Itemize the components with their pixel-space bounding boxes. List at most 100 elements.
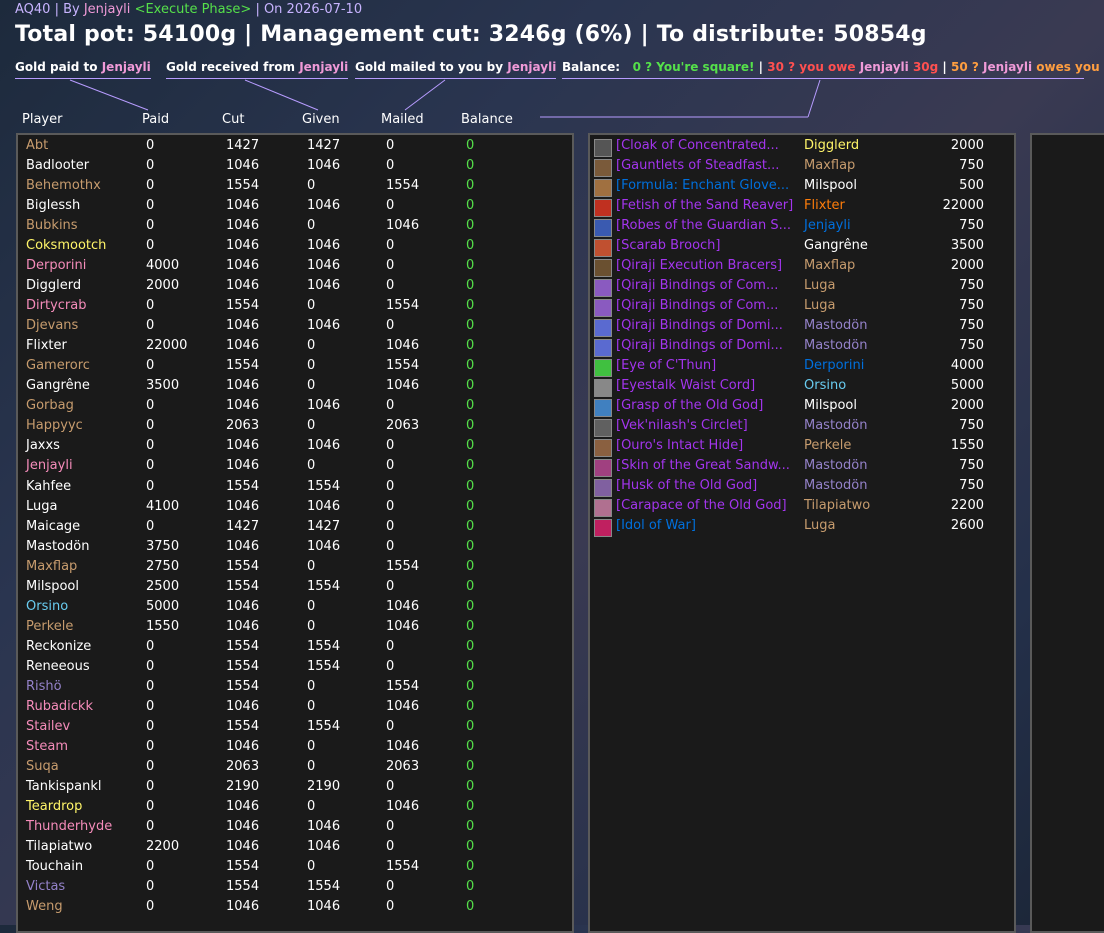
mailed-value: 0: [386, 438, 395, 454]
given-value: 1046: [307, 398, 341, 414]
loot-row[interactable]: [Skin of the Great Sandw... Mastodön 750: [594, 458, 1014, 478]
balance-value: 0: [466, 138, 475, 153]
paid-value: 22000: [146, 338, 188, 354]
item-icon[interactable]: [594, 339, 612, 357]
loot-row[interactable]: [Husk of the Old God] Mastodön 750: [594, 478, 1014, 498]
loot-row[interactable]: [Cloak of Concentrated... Digglerd 2000: [594, 138, 1014, 158]
balance-value: 0: [466, 538, 475, 554]
loot-row[interactable]: [Vek'nilash's Circlet] Mastodön 750: [594, 418, 1014, 438]
player-name: Jenjayli: [26, 458, 73, 474]
mailed-value: 2063: [386, 418, 420, 434]
given-value: 1046: [307, 498, 341, 514]
paid-value: 0: [146, 418, 155, 434]
item-link[interactable]: [Cloak of Concentrated...: [616, 138, 779, 153]
loot-row[interactable]: [Eyestalk Waist Cord] Orsino 5000: [594, 378, 1014, 398]
item-link[interactable]: [Skin of the Great Sandw...: [616, 458, 790, 473]
item-link[interactable]: [Vek'nilash's Circlet]: [616, 418, 748, 433]
item-icon[interactable]: [594, 379, 612, 397]
paid-value: 4100: [146, 498, 180, 514]
given-value: 0: [307, 558, 316, 574]
item-link[interactable]: [Qiraji Bindings of Domi...: [616, 318, 783, 333]
item-winner: Perkele: [804, 438, 852, 453]
players-table[interactable]: Abt 0 1427 1427 0 0 Badlooter 0 1046 1046 0 0 Behemo…: [16, 133, 574, 933]
item-icon[interactable]: [594, 419, 612, 437]
item-price: 2600: [950, 518, 984, 533]
balance-value: 0: [466, 298, 475, 314]
loot-row[interactable]: [Formula: Enchant Glove... Milspool 500: [594, 178, 1014, 198]
item-icon[interactable]: [594, 479, 612, 497]
mailed-value: 0: [386, 398, 395, 414]
loot-row[interactable]: [Carapace of the Old God] Tilapiatwo 2200: [594, 498, 1014, 518]
loot-list[interactable]: [Cloak of Concentrated... Digglerd 2000 [Ga…: [588, 133, 1016, 933]
player-name: Digglerd: [26, 278, 82, 294]
balance-value: 0: [466, 478, 475, 494]
item-link[interactable]: [Eyestalk Waist Cord]: [616, 378, 755, 393]
item-winner: Mastodön: [804, 338, 868, 353]
item-icon[interactable]: [594, 179, 612, 197]
loot-row[interactable]: [Qiraji Bindings of Com... Luga 750: [594, 278, 1014, 298]
item-link[interactable]: [Grasp of the Old God]: [616, 398, 763, 413]
item-icon[interactable]: [594, 439, 612, 457]
cut-value: 1554: [226, 558, 260, 574]
item-icon[interactable]: [594, 319, 612, 337]
item-icon[interactable]: [594, 459, 612, 477]
given-value: 0: [307, 678, 316, 694]
item-price: 750: [959, 478, 984, 493]
item-link[interactable]: [Husk of the Old God]: [616, 478, 757, 493]
loot-row[interactable]: [Grasp of the Old God] Milspool 2000: [594, 398, 1014, 418]
given-value: 0: [307, 458, 316, 474]
item-link[interactable]: [Fetish of the Sand Reaver]: [616, 198, 793, 213]
loot-row[interactable]: [Qiraji Execution Bracers] Maxflap 2000: [594, 258, 1014, 278]
item-link[interactable]: [Carapace of the Old God]: [616, 498, 787, 513]
item-price: 2000: [950, 258, 984, 273]
loot-row[interactable]: [Robes of the Guardian S... Jenjayli 750: [594, 218, 1014, 238]
item-icon[interactable]: [594, 259, 612, 277]
item-link[interactable]: [Gauntlets of Steadfast...: [616, 158, 779, 173]
cut-value: 1046: [226, 798, 260, 814]
item-price: 2200: [950, 498, 984, 513]
item-icon[interactable]: [594, 239, 612, 257]
paid-value: 0: [146, 859, 155, 875]
paid-value: 0: [146, 178, 155, 194]
given-value: 0: [307, 798, 316, 814]
item-link[interactable]: [Eye of C'Thun]: [616, 358, 716, 373]
item-winner: Digglerd: [804, 138, 860, 153]
item-link[interactable]: [Qiraji Bindings of Com...: [616, 298, 778, 313]
item-link[interactable]: [Ouro's Intact Hide]: [616, 438, 743, 453]
item-icon[interactable]: [594, 499, 612, 517]
player-name: Djevans: [26, 318, 79, 334]
item-link[interactable]: [Qiraji Bindings of Com...: [616, 278, 778, 293]
item-link[interactable]: [Qiraji Bindings of Domi...: [616, 338, 783, 353]
mailed-value: 1554: [386, 298, 420, 314]
loot-row[interactable]: [Ouro's Intact Hide] Perkele 1550: [594, 438, 1014, 458]
item-link[interactable]: [Formula: Enchant Glove...: [616, 178, 789, 193]
loot-row[interactable]: [Qiraji Bindings of Com... Luga 750: [594, 298, 1014, 318]
loot-row[interactable]: [Fetish of the Sand Reaver] Flixter 22000: [594, 198, 1014, 218]
item-icon[interactable]: [594, 399, 612, 417]
cut-value: 1046: [226, 258, 260, 274]
item-link[interactable]: [Qiraji Execution Bracers]: [616, 258, 782, 273]
loot-row[interactable]: [Eye of C'Thun] Derporini 4000: [594, 358, 1014, 378]
loot-row[interactable]: [Qiraji Bindings of Domi... Mastodön 750: [594, 318, 1014, 338]
player-name: Tankispankl: [26, 778, 102, 794]
loot-row[interactable]: [Scarab Brooch] Gangrêne 3500: [594, 238, 1014, 258]
item-icon[interactable]: [594, 219, 612, 237]
mailed-value: 0: [386, 458, 395, 474]
item-link[interactable]: [Robes of the Guardian S...: [616, 218, 791, 233]
item-icon[interactable]: [594, 299, 612, 317]
item-icon[interactable]: [594, 359, 612, 377]
item-icon[interactable]: [594, 199, 612, 217]
item-icon[interactable]: [594, 279, 612, 297]
loot-row[interactable]: [Idol of War] Luga 2600: [594, 518, 1014, 538]
item-icon[interactable]: [594, 519, 612, 537]
loot-row[interactable]: [Gauntlets of Steadfast... Maxflap 750: [594, 158, 1014, 178]
paid-value: 0: [146, 758, 155, 774]
item-link[interactable]: [Idol of War]: [616, 518, 696, 533]
loot-row[interactable]: [Qiraji Bindings of Domi... Mastodön 750: [594, 338, 1014, 358]
item-link[interactable]: [Scarab Brooch]: [616, 238, 720, 253]
item-icon[interactable]: [594, 159, 612, 177]
mailed-value: 1046: [386, 738, 420, 754]
item-price: 5000: [950, 378, 984, 393]
item-icon[interactable]: [594, 139, 612, 157]
player-name: Mastodön: [26, 538, 90, 554]
